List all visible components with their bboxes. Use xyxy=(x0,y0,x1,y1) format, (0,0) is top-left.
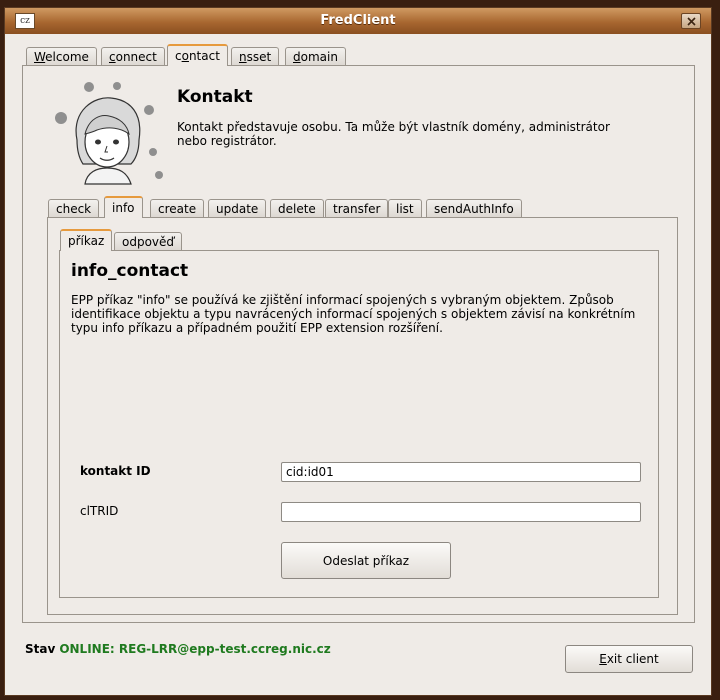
close-window-button[interactable] xyxy=(681,13,701,29)
subtab-list[interactable]: list xyxy=(388,199,422,218)
tab-nsset-label: sset xyxy=(246,50,272,64)
window-title: FredClient xyxy=(320,13,396,28)
tab-contact-mnemonic: o xyxy=(181,49,189,63)
status-value: ONLINE: REG-LRR@epp-test.ccreg.nic.cz xyxy=(59,642,331,656)
exit-label: xit client xyxy=(606,652,659,666)
contact-person-icon xyxy=(55,82,163,185)
fredclient-window: cz FredClient Welcome connect contact ns… xyxy=(4,7,712,696)
tab-nsset-mnemonic: n xyxy=(239,50,247,64)
tab-connect[interactable]: connect xyxy=(101,47,165,66)
subtab-create-label: create xyxy=(158,202,197,216)
cltrid-label: clTRID xyxy=(80,504,119,518)
tab-connect-label: onnect xyxy=(115,50,157,64)
contact-description: Kontakt představuje osobu. Ta může být v… xyxy=(177,120,610,148)
info-contact-heading: info_contact xyxy=(71,261,189,281)
connection-status: Stav ONLINE: REG-LRR@epp-test.ccreg.nic.c… xyxy=(25,642,331,656)
subtab-create[interactable]: create xyxy=(150,199,205,218)
tab-welcome-label: elcome xyxy=(45,50,89,64)
exit-client-button[interactable]: Exit client xyxy=(565,645,693,673)
contact-heading: Kontakt xyxy=(177,87,253,107)
status-label: Stav xyxy=(25,642,56,656)
innertab-odpoved-label: odpověď xyxy=(122,235,175,249)
subtab-check-label: check xyxy=(56,202,92,216)
title-bar[interactable]: cz FredClient xyxy=(5,8,711,34)
tab-nsset[interactable]: nsset xyxy=(231,47,280,66)
tab-domain-label: omain xyxy=(300,50,338,64)
contact-id-input[interactable] xyxy=(281,462,641,482)
tab-contact-label: ntact xyxy=(188,49,220,63)
cltrid-input[interactable] xyxy=(281,502,641,522)
innertab-prikaz[interactable]: příkaz xyxy=(60,229,113,251)
subtab-delete[interactable]: delete xyxy=(270,199,324,218)
tab-welcome[interactable]: Welcome xyxy=(26,47,97,66)
subtab-transfer[interactable]: transfer xyxy=(325,199,389,218)
subtab-sendauthinfo[interactable]: sendAuthInfo xyxy=(426,199,522,218)
subtab-update[interactable]: update xyxy=(208,199,267,218)
subtab-info[interactable]: info xyxy=(104,196,143,218)
tab-contact[interactable]: contact xyxy=(167,44,228,66)
info-contact-description: EPP příkaz "info" se používá ke zjištění… xyxy=(71,293,636,335)
subtab-update-label: update xyxy=(216,202,259,216)
subtab-sendauthinfo-label: sendAuthInfo xyxy=(434,202,514,216)
innertab-odpoved[interactable]: odpověď xyxy=(114,232,183,251)
contact-id-label: kontakt ID xyxy=(80,464,151,478)
tab-welcome-mnemonic: W xyxy=(34,50,46,64)
subtab-delete-label: delete xyxy=(278,202,316,216)
subtab-check[interactable]: check xyxy=(48,199,100,218)
send-command-button[interactable]: Odeslat příkaz xyxy=(281,542,451,579)
tab-domain-mnemonic: d xyxy=(293,50,301,64)
innertab-prikaz-label: příkaz xyxy=(68,234,105,248)
subtab-list-label: list xyxy=(396,202,414,216)
tab-domain[interactable]: domain xyxy=(285,47,346,66)
tab-contact-label-start: c xyxy=(175,49,182,63)
tab-connect-mnemonic: c xyxy=(109,50,116,64)
subtab-info-label: info xyxy=(112,201,135,215)
subtab-transfer-label: transfer xyxy=(333,202,381,216)
close-icon xyxy=(687,17,696,26)
exit-mnemonic: E xyxy=(599,652,607,666)
